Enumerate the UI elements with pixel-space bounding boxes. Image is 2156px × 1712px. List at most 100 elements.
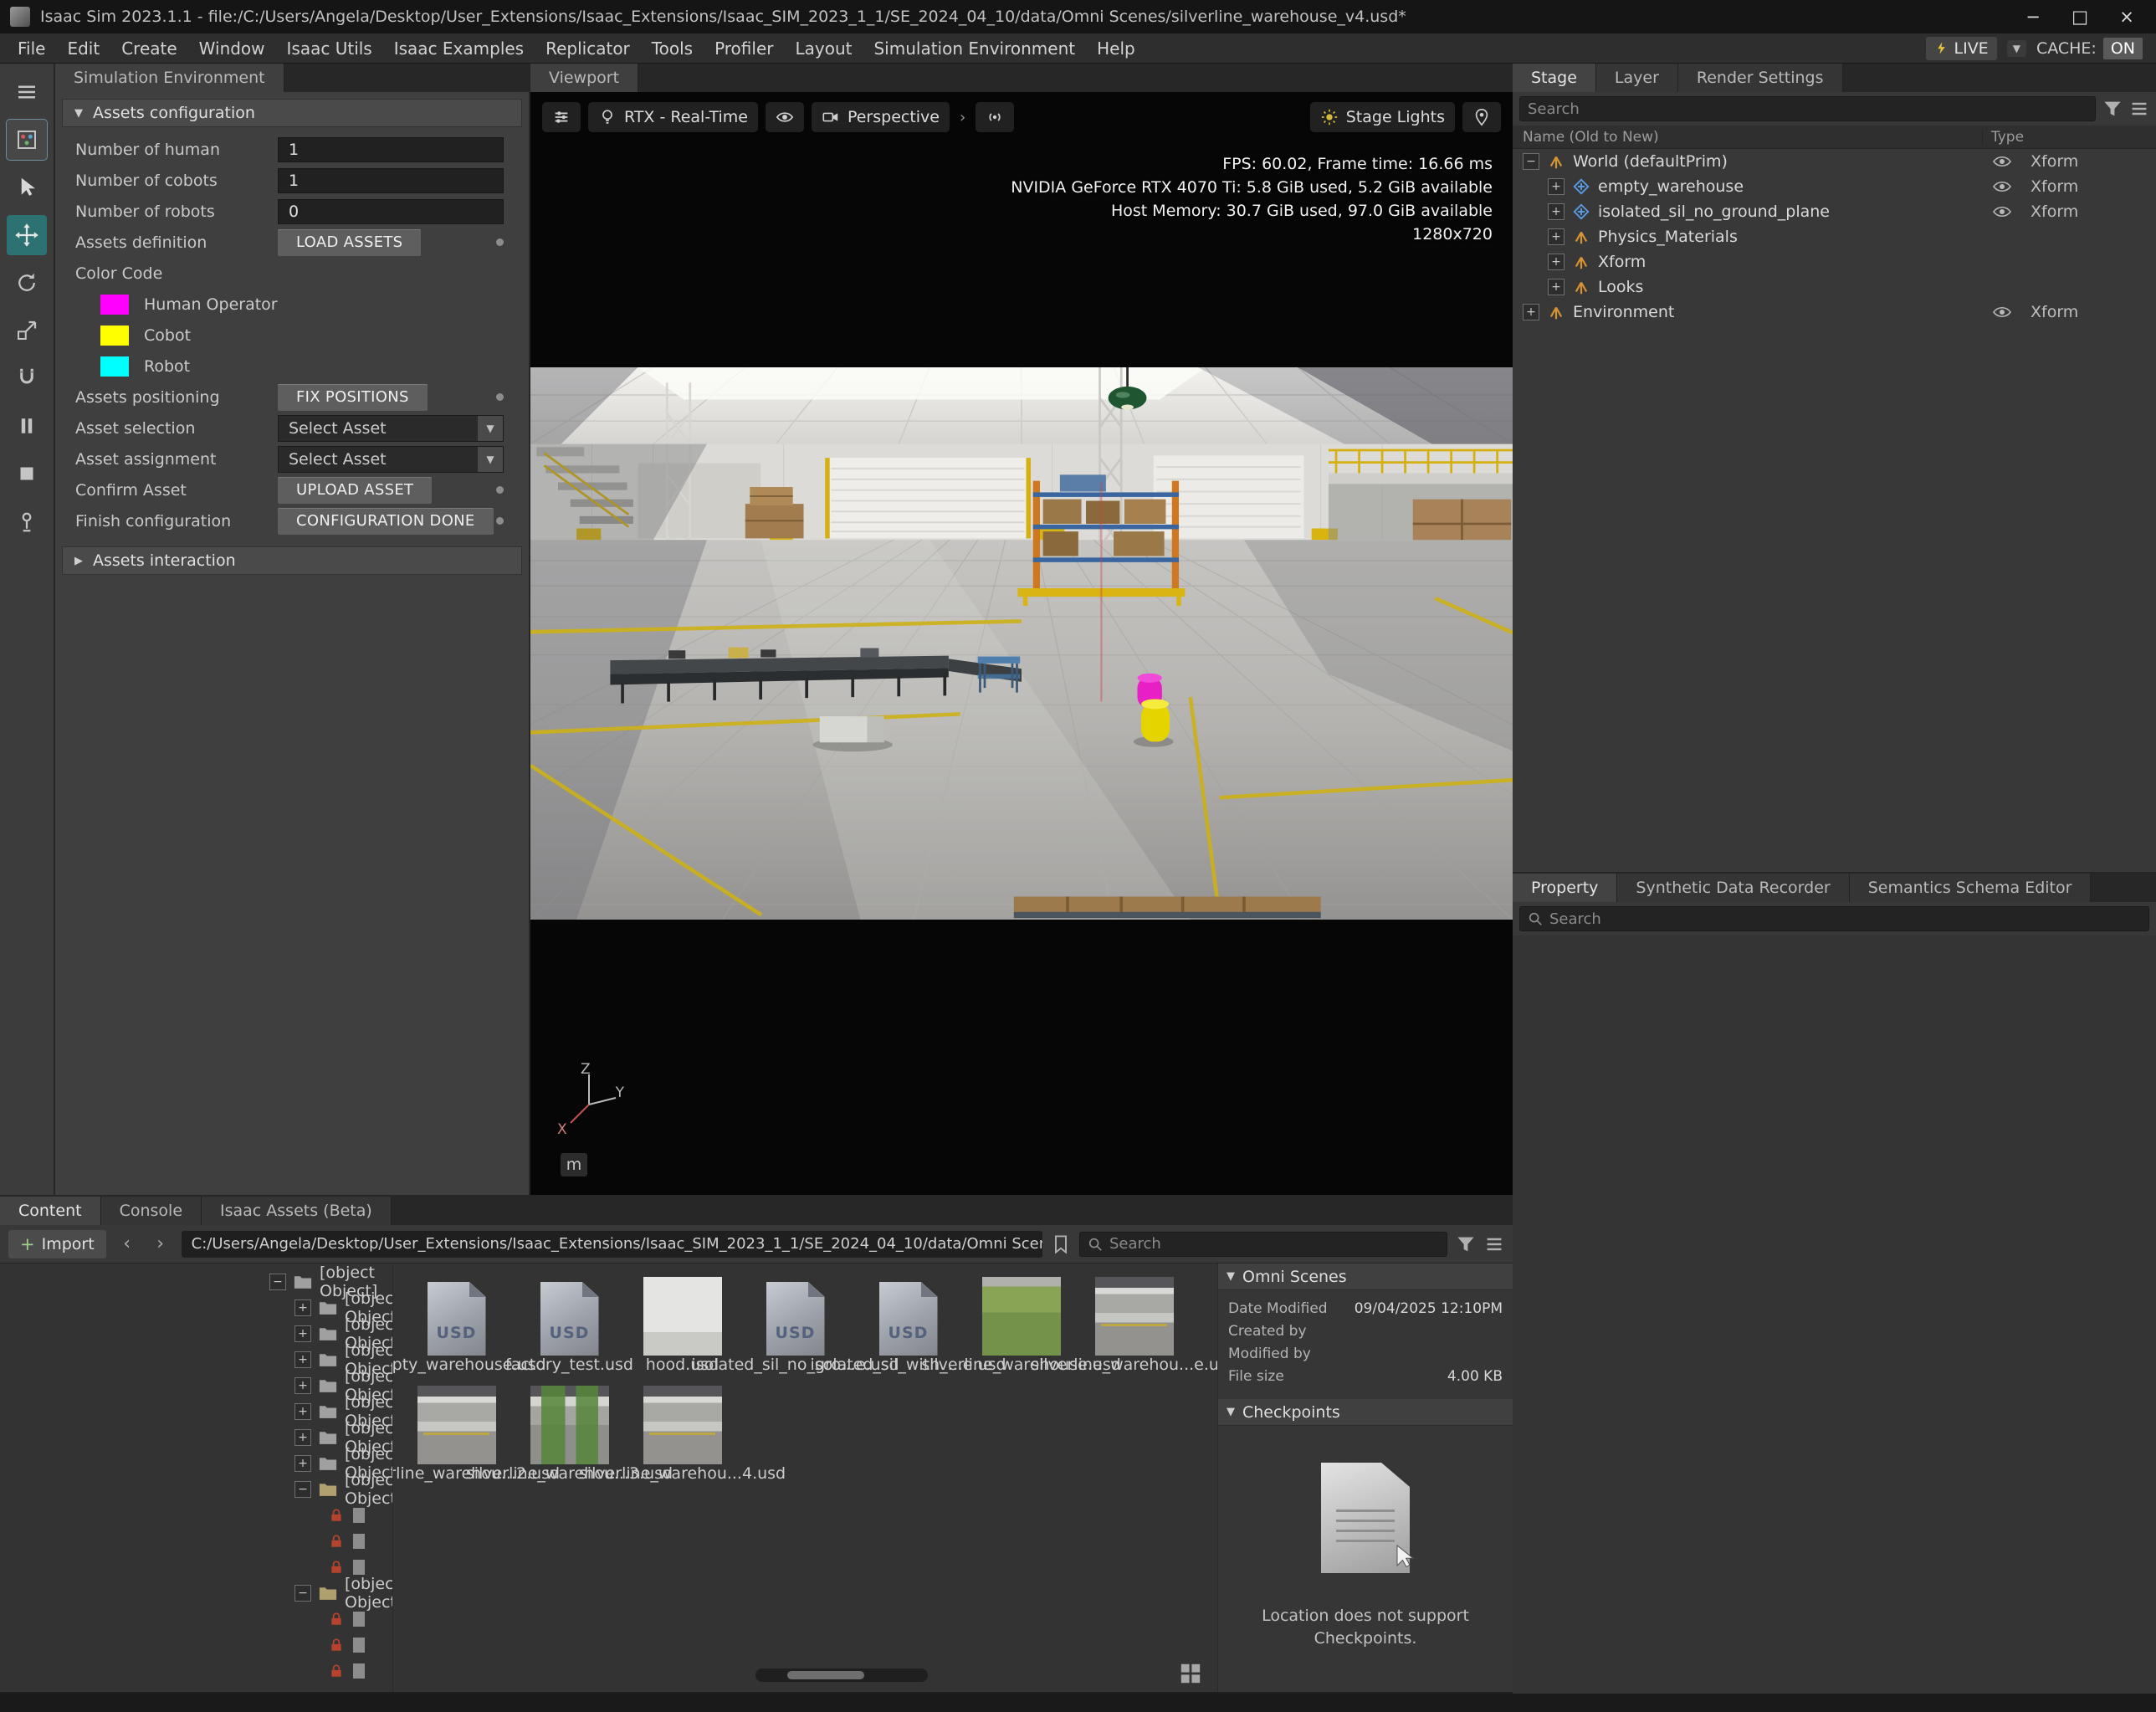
stage-lights-button[interactable]: Stage Lights [1309,102,1455,132]
reset-dot[interactable] [496,517,504,525]
number-of-human-input[interactable]: 1 [278,136,504,162]
renderer-selector[interactable]: RTX - Real-Time [588,102,758,132]
stage-search-input[interactable] [1528,100,2087,118]
thumbnail-size-slider[interactable] [755,1668,929,1682]
stage-options-icon[interactable] [2129,99,2149,119]
configuration-done-button[interactable]: CONFIGURATION DONE [278,507,494,535]
tab-simulation-environment[interactable]: Simulation Environment [55,64,284,92]
file-item[interactable]: USD factory_test.usd [505,1274,633,1382]
minimize-button[interactable]: − [2014,3,2052,30]
folder-item[interactable]: − [object Object] [0,1471,392,1508]
snap-tool-icon[interactable] [7,358,47,398]
locked-file-item[interactable] [0,1502,392,1528]
tab-semantics-schema-editor[interactable]: Semantics Schema Editor [1849,874,2092,902]
folder-item[interactable]: + [object Object] [0,1445,392,1482]
select-cursor-icon[interactable] [7,167,47,208]
reset-dot[interactable] [496,238,504,246]
type-column-header[interactable]: Type [1982,128,2146,146]
close-button[interactable]: × [2107,3,2146,30]
tab-isaac-assets[interactable]: Isaac Assets (Beta) [202,1197,392,1225]
visibility-eye-icon[interactable] [1992,180,2031,193]
scale-tool-icon[interactable] [7,310,47,351]
number-of-robots-input[interactable]: 0 [278,198,504,224]
tab-property[interactable]: Property [1513,874,1618,902]
number-of-cobots-input[interactable]: 1 [278,167,504,193]
locked-file-item[interactable] [0,1632,392,1658]
bookmark-icon[interactable] [1051,1234,1071,1254]
expand-toggle[interactable]: + [1548,203,1565,220]
location-pin-button[interactable] [1462,102,1501,132]
reset-dot[interactable] [496,393,504,401]
collapse-toggle[interactable]: − [1523,153,1539,170]
expand-toggle[interactable]: + [1548,178,1565,195]
asset-assignment-dropdown[interactable]: Select Asset ▼ [278,445,504,473]
stage-row-empty-warehouse[interactable]: + empty_warehouse Xform [1513,174,2156,199]
viewport-3d-area[interactable]: RTX - Real-Time Perspective › Stage Ligh… [530,92,1513,1195]
menu-edit[interactable]: Edit [56,38,110,59]
visibility-eye-icon[interactable] [1992,305,2031,319]
grid-view-icon[interactable] [1179,1662,1202,1685]
menu-isaac-examples[interactable]: Isaac Examples [383,38,535,59]
filter-funnel-icon[interactable] [2102,99,2123,119]
tab-content[interactable]: Content [0,1197,101,1225]
visibility-eye-icon[interactable] [1992,205,2031,218]
folder-item[interactable]: + [object Object] [0,1419,392,1456]
locked-file-item[interactable] [0,1606,392,1632]
slider-thumb[interactable] [787,1671,865,1679]
folder-item[interactable]: + [object Object] [0,1367,392,1404]
tab-viewport[interactable]: Viewport [530,64,639,92]
live-sync-button[interactable]: LIVE [1925,36,1997,60]
visibility-eye-icon[interactable] [1992,155,2031,168]
menu-file[interactable]: File [7,38,56,59]
menu-profiler[interactable]: Profiler [704,38,784,59]
tab-synthetic-data-recorder[interactable]: Synthetic Data Recorder [1617,874,1850,902]
stage-row-world[interactable]: − World (defaultPrim) Xform [1513,149,2156,174]
gesture-tool-icon[interactable] [7,501,47,541]
checkpoints-section-header[interactable]: ▼ Checkpoints [1218,1399,1513,1426]
upload-asset-button[interactable]: UPLOAD ASSET [278,476,433,504]
content-search[interactable] [1079,1231,1447,1257]
load-assets-button[interactable]: LOAD ASSETS [278,228,422,256]
property-search[interactable] [1519,906,2149,931]
folder-people[interactable]: − [object Object] [0,1263,392,1300]
file-item[interactable]: silverline_warehou...e.usd [1031,1274,1217,1382]
import-button[interactable]: + Import [8,1229,106,1258]
path-field[interactable]: C:/Users/Angela/Desktop/User_Extensions/… [181,1230,1042,1258]
filter-funnel-icon[interactable] [1456,1234,1476,1254]
cache-toggle[interactable]: ON [2102,37,2143,59]
tab-render-settings[interactable]: Render Settings [1677,64,1843,92]
menu-create[interactable]: Create [110,38,187,59]
asset-selection-dropdown[interactable]: Select Asset ▼ [278,414,504,442]
file-item[interactable]: USD empty_warehouse.usd [393,1274,546,1382]
stage-row-xform[interactable]: + Xform [1513,249,2156,274]
menu-layout[interactable]: Layout [784,38,863,59]
expand-toggle[interactable]: + [1523,304,1539,320]
tab-layer[interactable]: Layer [1595,64,1678,92]
locked-file-item[interactable] [0,1528,392,1554]
stop-button-icon[interactable] [7,454,47,494]
menu-isaac-utils[interactable]: Isaac Utils [276,38,383,59]
pause-button-icon[interactable] [7,406,47,446]
assets-configuration-section[interactable]: ▼ Assets configuration [62,99,522,127]
omni-scenes-section-header[interactable]: ▼ Omni Scenes [1218,1263,1513,1290]
expand-toggle[interactable]: + [1548,254,1565,270]
assets-interaction-section[interactable]: ▶ Assets interaction [62,546,522,575]
property-search-input[interactable] [1549,910,2141,928]
menu-simulation-environment[interactable]: Simulation Environment [863,38,1086,59]
name-column-header[interactable]: Name (Old to New) [1523,129,1982,146]
reset-dot[interactable] [496,486,504,494]
folder-item[interactable]: − [object Object] [0,1575,392,1612]
menu-replicator[interactable]: Replicator [535,38,641,59]
warehouse-scene[interactable] [530,367,1513,920]
menu-help[interactable]: Help [1086,38,1146,59]
visibility-options-button[interactable] [765,102,804,132]
expand-toggle[interactable]: + [1548,279,1565,295]
stage-row-environment[interactable]: + Environment Xform [1513,300,2156,325]
stage-row-looks[interactable]: + Looks [1513,274,2156,300]
fix-positions-button[interactable]: FIX POSITIONS [278,383,428,411]
tab-stage[interactable]: Stage [1513,64,1596,92]
expand-toggle[interactable]: + [1548,228,1565,245]
file-item[interactable]: silverline_warehou...4.usd [579,1382,786,1491]
unit-indicator[interactable]: m [561,1153,587,1176]
toolbar-menu-icon[interactable] [7,72,47,112]
